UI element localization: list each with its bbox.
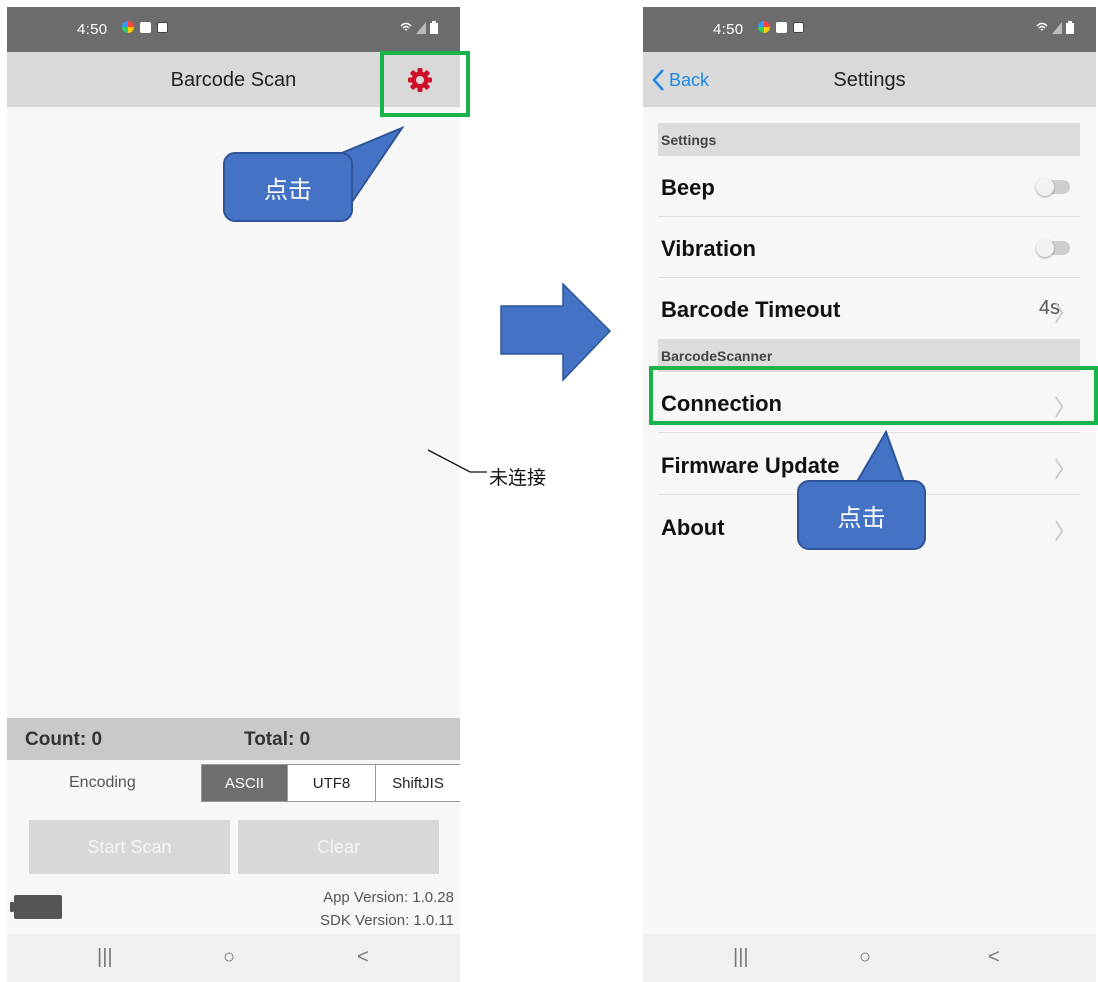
disconnected-note: 未连接 — [489, 467, 547, 489]
highlight-connection-box — [649, 366, 1098, 425]
note-leader-line — [427, 449, 487, 473]
callout-left: 点击 — [223, 152, 353, 222]
flow-arrow-icon — [500, 282, 612, 382]
annotation-overlay — [323, 125, 907, 486]
callout-tail-right — [853, 429, 907, 486]
highlight-gear-box — [380, 51, 470, 117]
callout-right: 点击 — [797, 480, 926, 550]
